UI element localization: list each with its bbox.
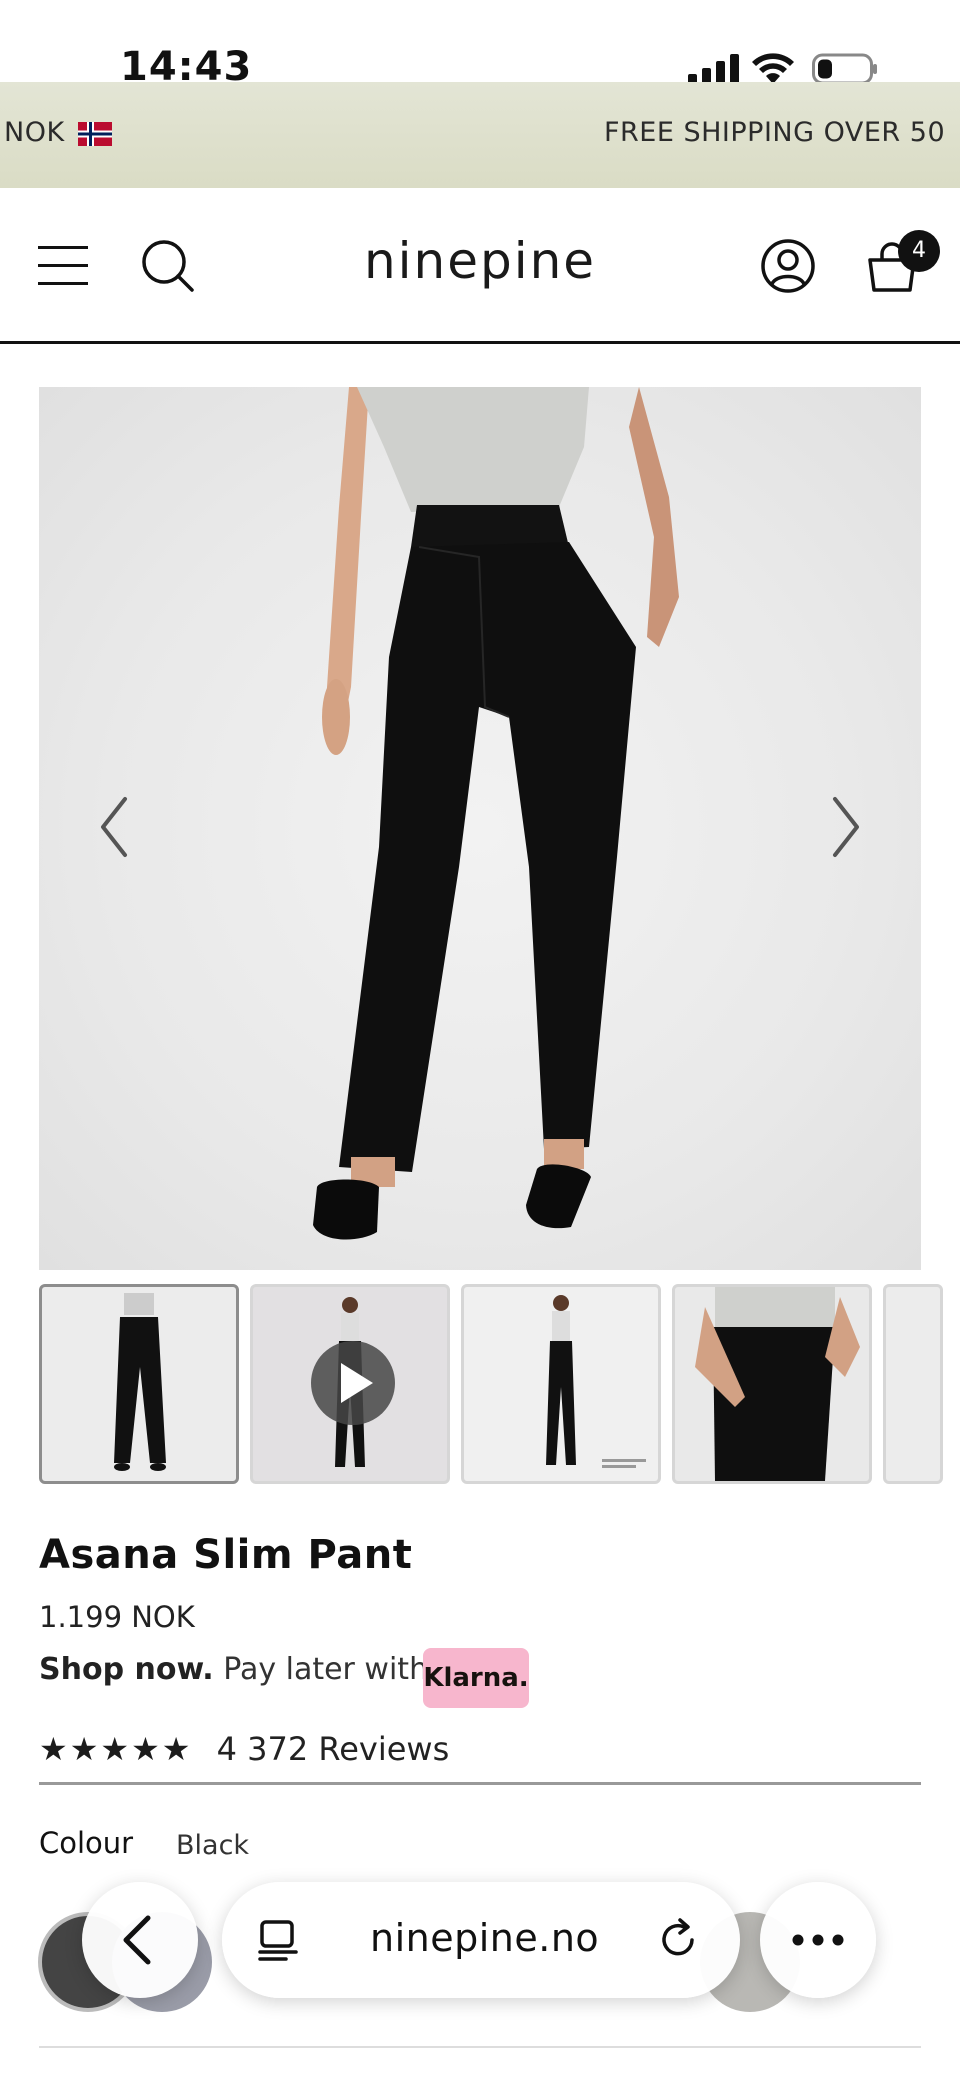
browser-back-button[interactable] bbox=[82, 1882, 198, 1998]
account-icon[interactable] bbox=[760, 238, 816, 294]
thumbnail-3[interactable] bbox=[461, 1284, 661, 1484]
more-options-icon bbox=[792, 1934, 844, 1946]
norway-flag-icon bbox=[77, 121, 112, 146]
colour-value: Black bbox=[176, 1830, 250, 1861]
model-pants-illustration bbox=[313, 387, 679, 1240]
wifi-icon bbox=[752, 53, 794, 84]
thumbnail-5-partial[interactable] bbox=[883, 1284, 943, 1484]
status-bar: 14:43 bbox=[0, 0, 960, 90]
currency-selector[interactable]: NOK bbox=[4, 117, 112, 148]
chevron-left-icon bbox=[123, 1915, 151, 1965]
shipping-message: FREE SHIPPING OVER 50 bbox=[604, 117, 946, 148]
thumbnail-4[interactable] bbox=[672, 1284, 872, 1484]
klarna-text: Pay later with bbox=[223, 1652, 429, 1687]
site-header: ninepine bbox=[0, 188, 960, 344]
url-text[interactable]: ninepine.no bbox=[370, 1916, 599, 1960]
divider bbox=[39, 1782, 921, 1785]
klarna-prefix: Shop now. bbox=[39, 1652, 214, 1687]
browser-more-button[interactable] bbox=[760, 1882, 876, 1998]
address-bar[interactable]: ninepine.no bbox=[222, 1882, 740, 1998]
product-rating[interactable]: ★★★★★ 4 372 Reviews bbox=[39, 1730, 449, 1768]
thumbnail-video[interactable] bbox=[250, 1284, 450, 1484]
site-logo[interactable]: ninepine bbox=[0, 232, 960, 290]
reload-icon[interactable] bbox=[654, 1916, 702, 1964]
bottom-divider bbox=[39, 2046, 921, 2048]
currency-label: NOK bbox=[4, 117, 65, 148]
klarna-message: Shop now. Pay later with bbox=[39, 1652, 428, 1687]
product-price: 1.199 NOK bbox=[39, 1600, 195, 1634]
cart-count-badge: 4 bbox=[898, 230, 940, 272]
browser-toolbar: ninepine.no bbox=[0, 1860, 960, 2010]
rating-stars: ★★★★★ bbox=[39, 1730, 193, 1768]
battery-icon bbox=[812, 53, 877, 85]
klarna-badge[interactable]: Klarna. bbox=[423, 1648, 529, 1708]
thumbnail-strip bbox=[39, 1284, 960, 1484]
product-title: Asana Slim Pant bbox=[39, 1532, 413, 1578]
previous-image-arrow-icon[interactable] bbox=[85, 787, 145, 867]
announcement-bar: NOK FREE SHIPPING OVER 50 bbox=[0, 82, 960, 188]
next-image-arrow-icon[interactable] bbox=[815, 787, 875, 867]
colour-label: Colour bbox=[39, 1826, 134, 1860]
thumbnail-1[interactable] bbox=[39, 1284, 239, 1484]
reader-tabs-icon[interactable] bbox=[256, 1918, 300, 1962]
review-count: 4 372 Reviews bbox=[216, 1730, 450, 1768]
product-main-image[interactable] bbox=[39, 387, 921, 1270]
